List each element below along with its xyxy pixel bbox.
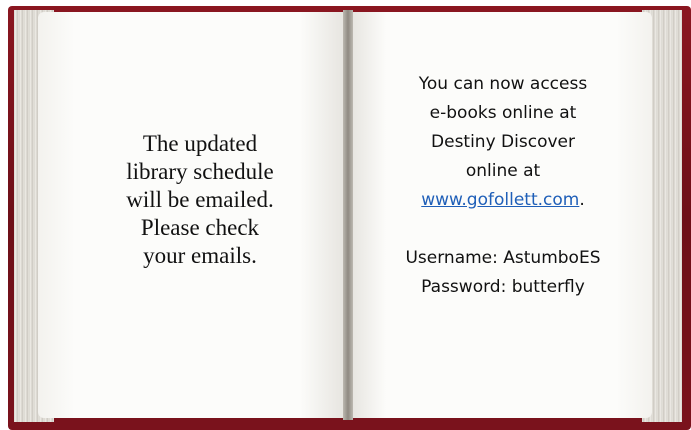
book-spine (343, 10, 353, 420)
link-line: www.gofollett.com. (362, 186, 644, 215)
ebook-access-notice: You can now access e-books online at Des… (362, 70, 644, 302)
left-line-5: your emails. (143, 243, 257, 268)
open-book-image: The updated library schedule will be ema… (0, 0, 691, 430)
right-line-4: online at (465, 161, 541, 181)
left-line-1: The updated (142, 131, 258, 156)
gofollett-link[interactable]: www.gofollett.com (421, 190, 579, 210)
left-line-3: will be emailed. (126, 187, 274, 212)
right-line-3: Destiny Discover (431, 132, 575, 152)
password-text: Password: butterfly (421, 277, 585, 297)
left-line-2: library schedule (126, 159, 274, 184)
right-line-2: e-books online at (429, 103, 577, 123)
link-suffix: . (579, 190, 585, 210)
library-schedule-notice: The updated library schedule will be ema… (60, 130, 340, 270)
right-line-1: You can now access (418, 74, 588, 94)
username-text: Username: AstumboES (405, 248, 601, 268)
left-line-4: Please check (140, 215, 260, 240)
